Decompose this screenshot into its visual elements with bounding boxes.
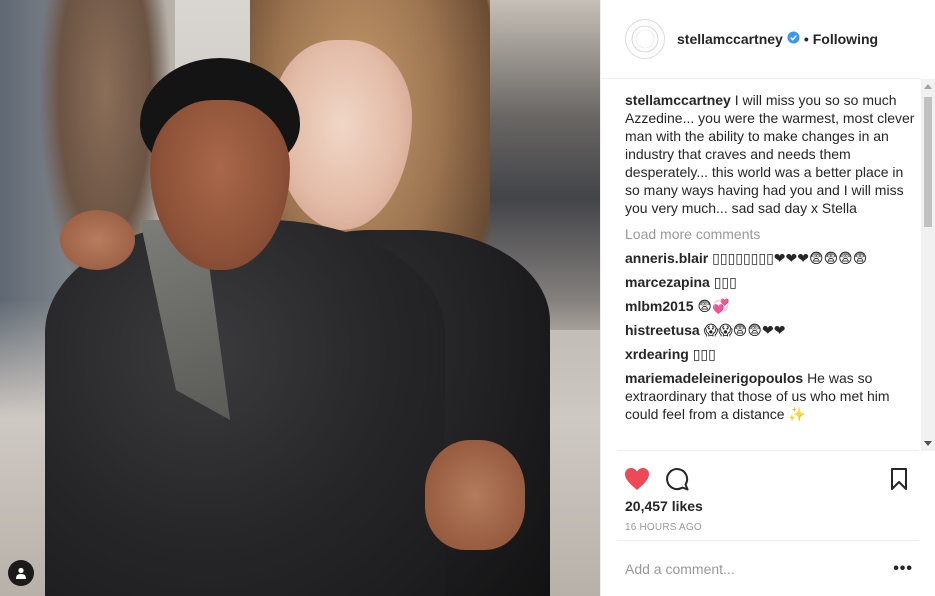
person-icon[interactable] (8, 560, 34, 586)
comment-text: ▯▯▯▯▯▯▯▯❤❤❤😨😨😨😨 (712, 250, 868, 266)
comment-username[interactable]: marcezapina (625, 274, 710, 290)
post-timestamp[interactable]: 16 HOURS AGO (625, 522, 911, 533)
action-bar (617, 450, 919, 498)
comment-form: Add a comment... ••• (617, 540, 919, 596)
comment-username[interactable]: histreetusa (625, 322, 700, 338)
comment-text: 😨💞 (697, 298, 730, 314)
caption-text: I will miss you so so much Azzedine... y… (625, 92, 915, 216)
caption: stellamccartney I will miss you so so mu… (625, 91, 917, 217)
post-sidebar: stellamccartney • Following stellamccart… (600, 0, 935, 596)
comment-icon[interactable] (657, 459, 697, 499)
comments-scrollbar[interactable] (921, 79, 935, 451)
scrollbar-thumb[interactable] (924, 97, 932, 227)
hand-right (425, 440, 525, 550)
username-link[interactable]: stellamccartney (677, 31, 783, 47)
comment-text: ▯▯▯ (692, 346, 716, 362)
list-item: xrdearing ▯▯▯ (625, 345, 917, 363)
hand-left (60, 210, 135, 270)
post-modal: stellamccartney • Following stellamccart… (0, 0, 935, 596)
list-item: mlbm2015 😨💞 (625, 297, 917, 315)
comment-username[interactable]: mlbm2015 (625, 298, 693, 314)
comment-username[interactable]: anneris.blair (625, 250, 708, 266)
comment-input[interactable]: Add a comment... (625, 561, 735, 577)
scroll-down-arrow-icon[interactable] (924, 441, 932, 446)
scroll-up-arrow-icon[interactable] (924, 84, 932, 89)
heart-icon[interactable] (617, 459, 657, 499)
following-button[interactable]: Following (813, 31, 878, 47)
list-item: mariemadeleinerigopoulos He was so extra… (625, 369, 917, 423)
comment-username[interactable]: mariemadeleinerigopoulos (625, 370, 803, 386)
list-item: marcezapina ▯▯▯ (625, 273, 917, 291)
man-body (45, 220, 445, 596)
load-more-comments-link[interactable]: Load more comments (625, 226, 917, 242)
list-item: anneris.blair ▯▯▯▯▯▯▯▯❤❤❤😨😨😨😨 (625, 249, 917, 267)
separator-dot: • (803, 31, 809, 47)
comment-text: ▯▯▯ (713, 274, 737, 290)
comment-list[interactable]: stellamccartney I will miss you so so mu… (601, 79, 935, 450)
list-item: histreetusa 😱😱😨😨❤❤ (625, 321, 917, 339)
bookmark-icon[interactable] (879, 459, 919, 499)
verified-badge-icon (787, 31, 800, 47)
post-photo[interactable] (0, 0, 600, 596)
more-options-button[interactable]: ••• (893, 560, 919, 578)
avatar[interactable] (625, 19, 665, 59)
likes-count[interactable]: 20,457 likes (625, 498, 911, 514)
post-header: stellamccartney • Following (601, 0, 921, 79)
comment-username[interactable]: xrdearing (625, 346, 689, 362)
caption-username[interactable]: stellamccartney (625, 92, 731, 108)
comment-text: 😱😱😨😨❤❤ (703, 322, 786, 338)
